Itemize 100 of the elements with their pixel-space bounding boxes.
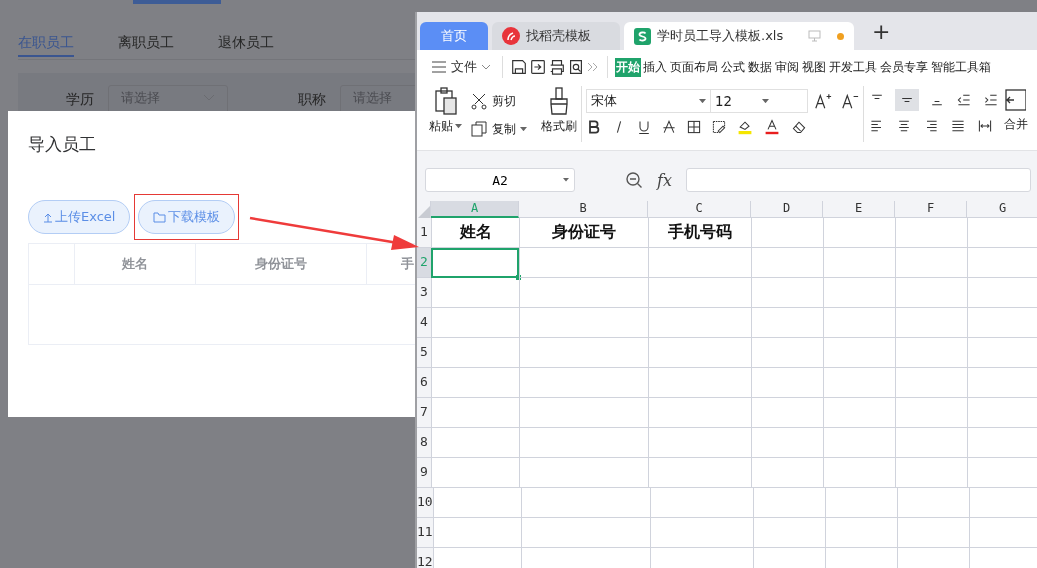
border-icon[interactable] — [686, 119, 702, 135]
justify-icon[interactable] — [949, 118, 967, 134]
table-cell: 身份证号 — [519, 218, 648, 248]
table-cell — [751, 458, 823, 488]
upload-icon — [43, 211, 53, 223]
export-icon[interactable] — [529, 58, 547, 76]
bold-icon[interactable] — [586, 119, 602, 135]
save-icon[interactable] — [510, 58, 528, 76]
column-header[interactable]: B — [519, 201, 648, 218]
ribbon-tab[interactable]: 会员专享 — [879, 57, 929, 77]
chevron-icon — [481, 64, 491, 70]
caret-icon — [520, 126, 527, 132]
copy-icon — [470, 120, 488, 138]
table-cell — [895, 458, 967, 488]
font-grow-icon[interactable] — [814, 92, 832, 110]
underline-icon[interactable] — [636, 119, 652, 135]
table-cell — [968, 518, 1037, 548]
table-cell — [823, 368, 895, 398]
table-cell — [823, 338, 895, 368]
table-cell — [751, 428, 823, 458]
new-tab-button[interactable]: + — [866, 17, 897, 45]
spreadsheet-icon — [634, 27, 651, 45]
table-cell — [751, 278, 823, 308]
fill-handle[interactable] — [516, 275, 521, 280]
table-cell — [895, 368, 967, 398]
cell-format-icon[interactable] — [711, 119, 727, 135]
strikethrough-icon[interactable] — [661, 119, 677, 135]
brush-icon — [548, 86, 570, 116]
table-cell — [967, 338, 1037, 368]
row-header[interactable]: 10 — [417, 488, 433, 518]
row-header[interactable]: 12 — [417, 548, 433, 568]
outdent-icon[interactable] — [955, 92, 973, 108]
row-header[interactable]: 11 — [417, 518, 433, 548]
ribbon-tab[interactable]: 公式 — [720, 57, 746, 77]
page-tab[interactable]: 离职员工 — [118, 30, 174, 57]
distribute-icon[interactable] — [976, 118, 994, 134]
column-header[interactable]: C — [648, 201, 751, 218]
column-header: 身份证号 — [255, 255, 307, 273]
table-cell — [967, 428, 1037, 458]
row-header[interactable]: 5 — [417, 338, 431, 368]
function-label[interactable]: fx — [657, 170, 672, 190]
table-cell — [751, 338, 823, 368]
column-header[interactable]: D — [751, 201, 823, 218]
caret-icon — [455, 124, 462, 129]
table-cell — [967, 218, 1037, 248]
row-header[interactable]: 4 — [417, 308, 431, 338]
column-header[interactable]: F — [895, 201, 967, 218]
table-cell — [895, 428, 967, 458]
formula-field[interactable] — [685, 168, 1031, 192]
window-tab[interactable]: 学时员工导入模板.xls — [624, 22, 854, 50]
ribbon-tab[interactable]: 页面布局 — [669, 57, 719, 77]
eraser-icon[interactable] — [790, 119, 808, 135]
caret-icon — [563, 178, 569, 182]
font-shrink-icon[interactable] — [841, 92, 859, 110]
table-cell — [895, 398, 967, 428]
name-box[interactable]: A2 — [425, 168, 575, 192]
ribbon-tab[interactable]: 智能工具箱 — [930, 57, 992, 77]
menu-icon — [431, 61, 447, 73]
table-cell — [823, 248, 895, 278]
row-header[interactable]: 7 — [417, 398, 431, 428]
table-cell: 姓名 — [431, 218, 519, 248]
row-header[interactable]: 3 — [417, 278, 431, 308]
merge-button[interactable]: 合并 — [1004, 86, 1028, 150]
row-header[interactable]: 9 — [417, 458, 431, 488]
active-cell[interactable] — [431, 248, 519, 278]
table-cell — [895, 248, 967, 278]
ribbon-tab[interactable]: 开发工具 — [828, 57, 878, 77]
ribbon-tab[interactable]: 视图 — [801, 57, 827, 77]
copy-button[interactable]: 复制 — [470, 116, 527, 142]
row-header[interactable]: 6 — [417, 368, 431, 398]
zoom-icon[interactable] — [625, 171, 643, 189]
table-cell — [967, 368, 1037, 398]
page-tab[interactable]: 退休员工 — [218, 30, 274, 57]
print-icon[interactable] — [548, 58, 566, 76]
preview-icon[interactable] — [567, 58, 585, 76]
column-header[interactable]: G — [967, 201, 1037, 218]
format-painter-button[interactable]: 格式刷 — [541, 86, 577, 135]
font-color-icon[interactable] — [763, 119, 781, 135]
table-cell — [751, 308, 823, 338]
table-cell — [751, 368, 823, 398]
table-cell — [967, 308, 1037, 338]
ribbon-tab[interactable]: 数据 — [747, 57, 773, 77]
table-cell — [895, 218, 967, 248]
table-cell — [823, 218, 895, 248]
indent-icon[interactable] — [982, 92, 1000, 108]
column-header[interactable]: E — [823, 201, 895, 218]
table-cell — [895, 278, 967, 308]
row-header[interactable]: 8 — [417, 428, 431, 458]
fill-color-icon[interactable] — [736, 119, 754, 135]
folder-icon — [153, 211, 167, 223]
ribbon-tab[interactable]: 插入 — [642, 57, 668, 77]
scissors-icon — [470, 92, 488, 110]
ribbon-tab[interactable]: 审阅 — [774, 57, 800, 77]
row-header[interactable]: 1 — [417, 218, 431, 248]
table-cell — [823, 398, 895, 428]
window-tab[interactable]: 找稻壳模板 — [492, 22, 620, 50]
cut-button[interactable]: 剪切 — [470, 88, 527, 114]
table-cell — [823, 308, 895, 338]
table-cell — [967, 398, 1037, 428]
file-menu[interactable]: 文件 — [427, 58, 495, 76]
